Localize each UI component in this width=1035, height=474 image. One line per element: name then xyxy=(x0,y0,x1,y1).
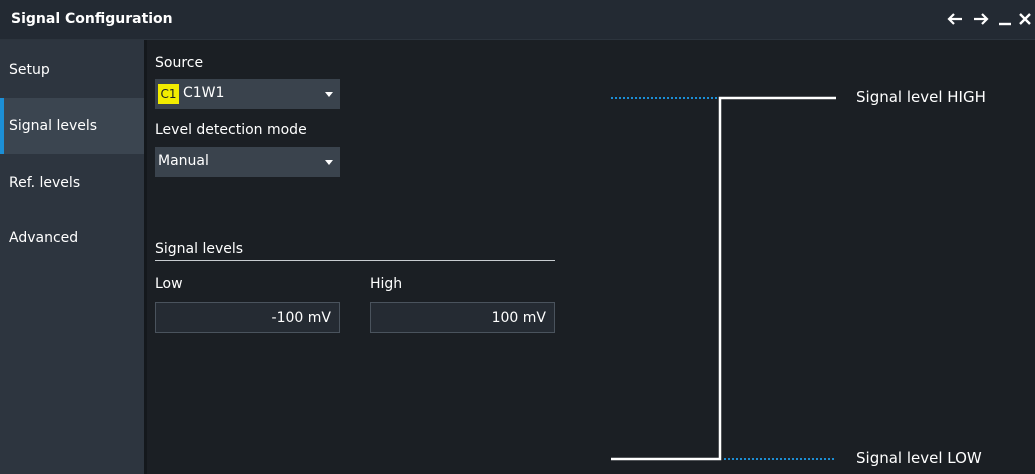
signal-level-high-label: Signal level HIGH xyxy=(856,88,986,106)
signal-level-diagram xyxy=(611,96,836,461)
signal-level-low-label: Signal level LOW xyxy=(856,449,982,467)
signal-step-line xyxy=(611,96,836,461)
